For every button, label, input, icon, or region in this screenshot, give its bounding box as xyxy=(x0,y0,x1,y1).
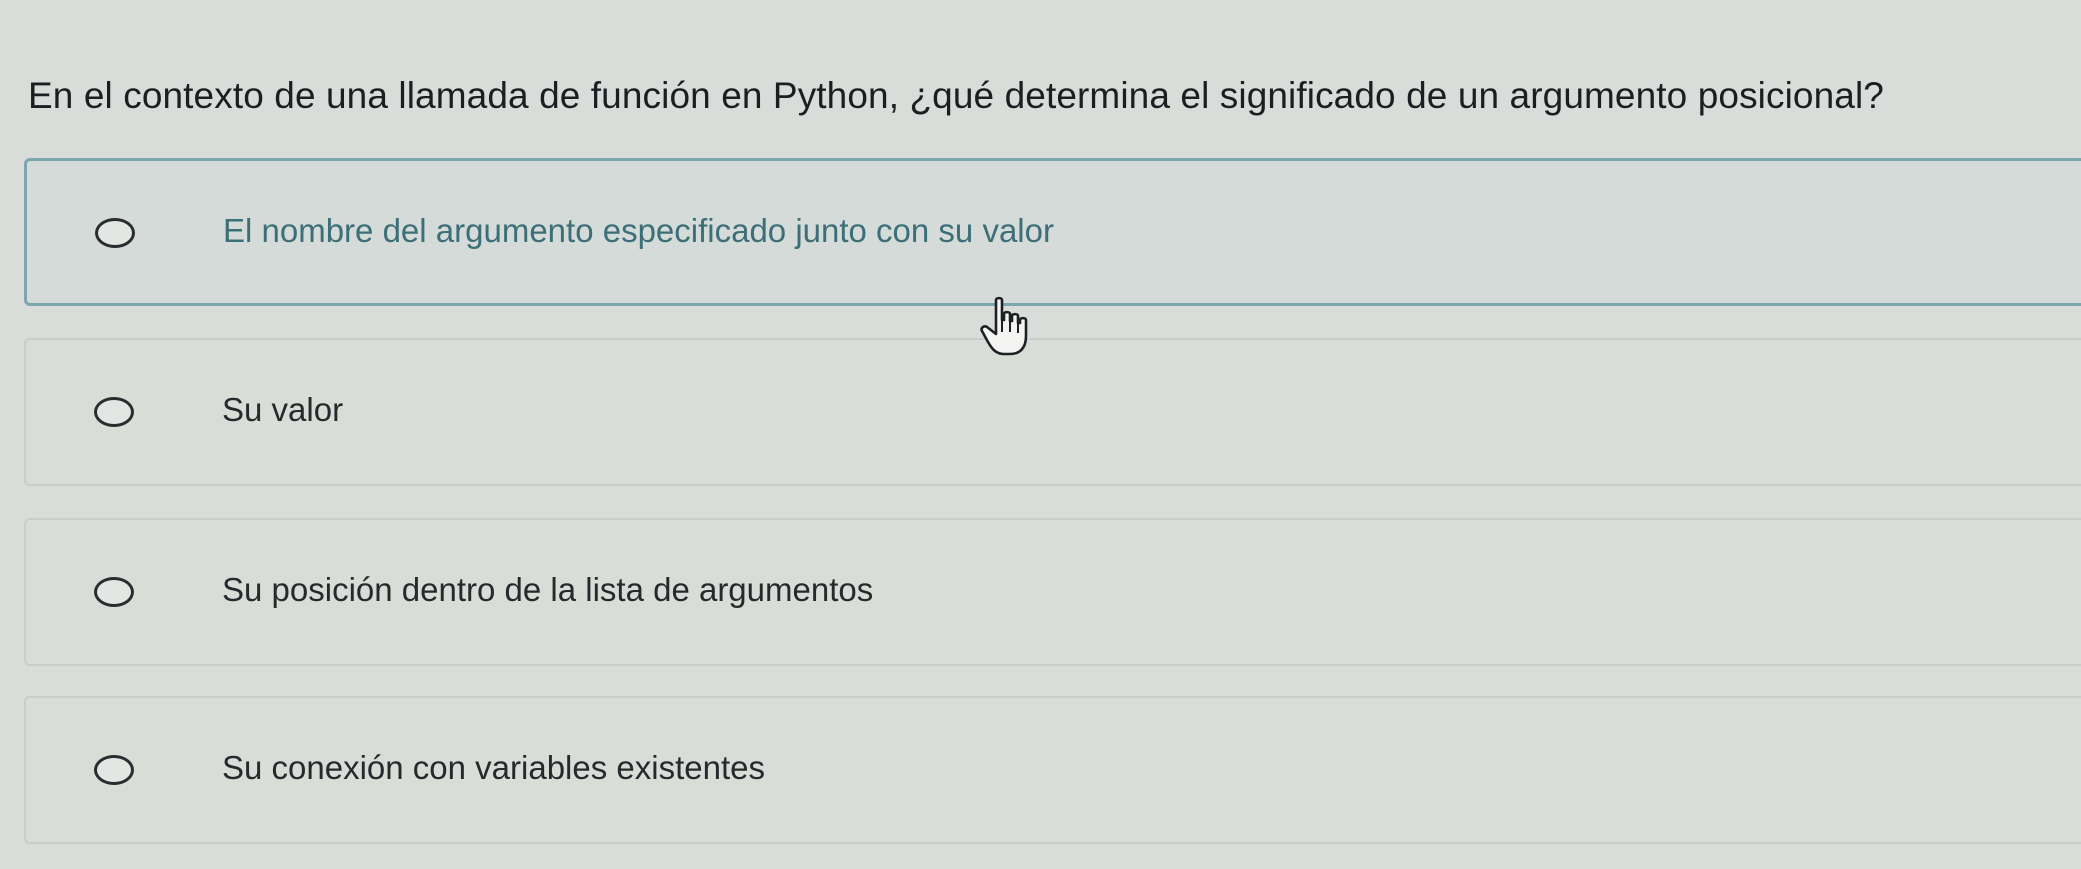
answer-option-2[interactable]: Su valor xyxy=(24,338,2081,486)
radio-button-icon[interactable] xyxy=(94,577,134,607)
answer-option-label: Su posición dentro de la lista de argume… xyxy=(222,571,874,608)
question-text: En el contexto de una llamada de función… xyxy=(28,75,1884,116)
answer-option-4[interactable]: Su conexión con variables existentes xyxy=(24,696,2081,844)
answer-option-1[interactable]: El nombre del argumento especificado jun… xyxy=(24,158,2081,306)
hand-pointer-icon xyxy=(980,296,1028,356)
answer-option-label: Su valor xyxy=(222,391,344,428)
answer-option-label: El nombre del argumento especificado jun… xyxy=(223,212,1054,249)
answer-option-label: Su conexión con variables existentes xyxy=(222,749,765,786)
radio-button-icon[interactable] xyxy=(95,218,135,248)
quiz-container: En el contexto de una llamada de función… xyxy=(0,0,2081,869)
radio-button-icon[interactable] xyxy=(94,397,134,427)
radio-button-icon[interactable] xyxy=(94,755,134,785)
answer-option-3[interactable]: Su posición dentro de la lista de argume… xyxy=(24,518,2081,666)
